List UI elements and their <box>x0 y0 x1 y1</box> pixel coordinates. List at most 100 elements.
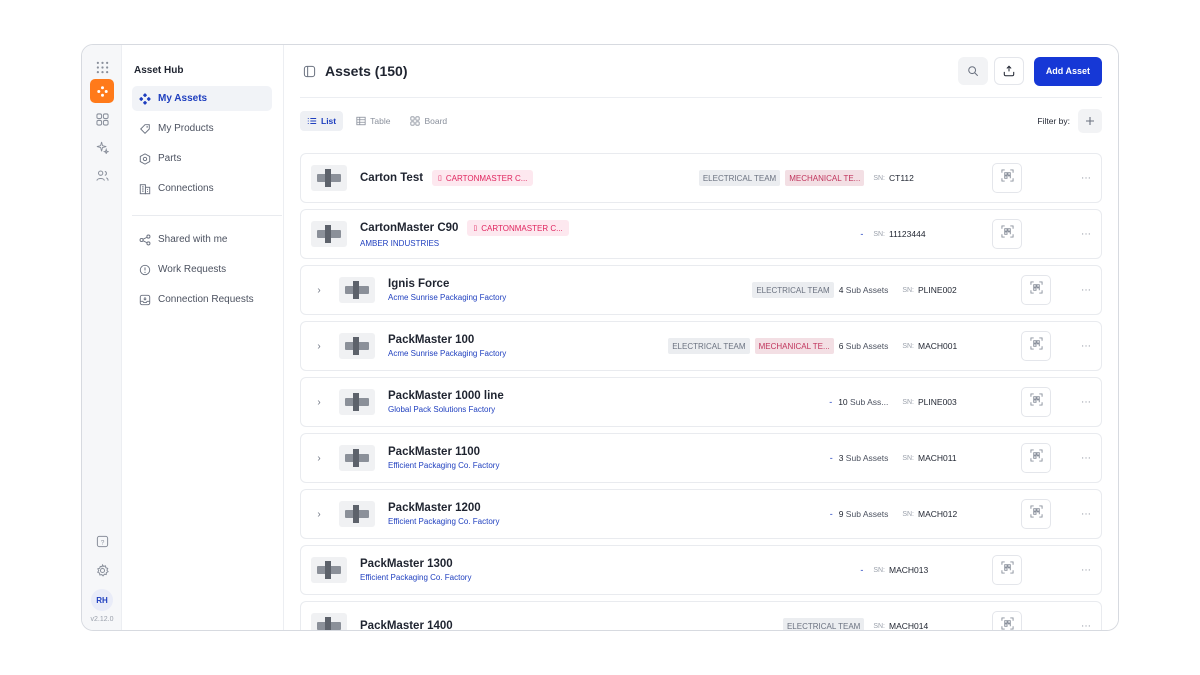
sidebar-item-connections[interactable]: Connections <box>132 176 272 201</box>
tab-label: Table <box>370 116 391 126</box>
sidebar: Asset Hub My Assets My Products Parts Co… <box>122 45 284 630</box>
search-button[interactable] <box>957 57 988 85</box>
serial-label: SN: <box>873 174 885 182</box>
qr-code-button[interactable] <box>1021 387 1051 417</box>
asset-row[interactable]: › PackMaster 100 Acme Sunrise Packaging Fa… <box>300 321 1102 371</box>
product-link-chip[interactable]: ▯ CARTONMASTER C... <box>432 170 534 186</box>
add-filter-button[interactable] <box>1078 109 1102 133</box>
asset-row[interactable]: PackMaster 1300 Efficient Packaging Co. F… <box>300 545 1102 595</box>
building-icon <box>139 183 151 194</box>
sparkle-icon[interactable] <box>90 135 114 159</box>
asset-meta: ELECTRICAL TEAM SN: MACH014 <box>782 602 1101 630</box>
qr-code-button[interactable] <box>992 611 1022 630</box>
asset-thumbnail <box>339 333 375 359</box>
chevron-right-icon[interactable]: › <box>309 341 329 352</box>
asset-info: CartonMaster C90 ▯ CARTONMASTER C... AMBER … <box>360 220 569 248</box>
asset-thumbnail <box>339 389 375 415</box>
asset-info: Carton Test ▯ CARTONMASTER C... <box>360 170 534 186</box>
asset-organization[interactable]: Efficient Packaging Co. Factory <box>388 517 499 526</box>
asset-organization[interactable]: Efficient Packaging Co. Factory <box>388 461 499 470</box>
asset-name[interactable]: PackMaster 1400 <box>360 620 453 630</box>
sidebar-item-my-assets[interactable]: My Assets <box>132 86 272 111</box>
user-avatar[interactable]: RH <box>91 589 113 611</box>
sidebar-item-shared-with-me[interactable]: Shared with me <box>132 227 272 252</box>
asset-organization[interactable]: Efficient Packaging Co. Factory <box>360 573 471 582</box>
serial-number: MACH012 <box>918 509 958 519</box>
import-button[interactable] <box>993 57 1024 85</box>
no-team-dash: - <box>860 229 864 239</box>
tab-board[interactable]: Board <box>403 111 454 131</box>
asset-name[interactable]: CartonMaster C90 <box>360 222 458 234</box>
asset-organization[interactable]: Acme Sunrise Packaging Factory <box>388 293 506 302</box>
asset-name[interactable]: PackMaster 1300 <box>360 558 453 570</box>
asset-row[interactable]: CartonMaster C90 ▯ CARTONMASTER C... AMBER … <box>300 209 1102 259</box>
add-asset-button[interactable]: Add Asset <box>1033 56 1102 86</box>
asset-name[interactable]: Carton Test <box>360 172 423 184</box>
asset-organization[interactable]: AMBER INDUSTRIES <box>360 239 569 248</box>
asset-name[interactable]: PackMaster 1100 <box>388 446 480 458</box>
sidebar-toggle-icon[interactable] <box>303 65 316 78</box>
qr-code-icon <box>1029 337 1043 355</box>
qr-code-button[interactable] <box>992 555 1022 585</box>
main-content: Assets (150) Add Asset List Table Board … <box>284 45 1118 630</box>
more-options-icon[interactable]: ··· <box>1081 341 1091 352</box>
help-icon[interactable]: ? <box>90 529 114 553</box>
chevron-right-icon[interactable]: › <box>309 397 329 408</box>
apps-grid-icon[interactable] <box>90 55 114 79</box>
sidebar-item-label: Work Requests <box>158 264 227 275</box>
asset-row[interactable]: › Ignis Force Acme Sunrise Packaging Facto… <box>300 265 1102 315</box>
asset-row[interactable]: PackMaster 1400 ELECTRICAL TEAM SN: MACH014… <box>300 601 1102 630</box>
qr-code-button[interactable] <box>1021 331 1051 361</box>
more-options-icon[interactable]: ··· <box>1081 397 1091 408</box>
more-options-icon[interactable]: ··· <box>1081 621 1091 631</box>
chevron-right-icon[interactable]: › <box>309 285 329 296</box>
chevron-right-icon[interactable]: › <box>309 509 329 520</box>
dashboard-icon[interactable] <box>90 107 114 131</box>
more-options-icon[interactable]: ··· <box>1081 229 1091 240</box>
more-options-icon[interactable]: ··· <box>1081 509 1091 520</box>
serial-label: SN: <box>902 286 914 294</box>
sidebar-item-parts[interactable]: Parts <box>132 146 272 171</box>
sidebar-item-connection-requests[interactable]: Connection Requests <box>132 287 272 312</box>
more-options-icon[interactable]: ··· <box>1081 173 1091 184</box>
qr-code-button[interactable] <box>1021 275 1051 305</box>
asset-name[interactable]: PackMaster 1200 <box>388 502 481 514</box>
qr-code-button[interactable] <box>992 219 1022 249</box>
asset-name[interactable]: PackMaster 100 <box>388 334 474 346</box>
chevron-right-icon[interactable]: › <box>309 453 329 464</box>
asset-organization[interactable]: Global Pack Solutions Factory <box>388 405 504 414</box>
asset-name[interactable]: Ignis Force <box>388 278 449 290</box>
asset-hub-icon[interactable] <box>90 79 114 103</box>
product-link-chip[interactable]: ▯ CARTONMASTER C... <box>467 220 569 236</box>
asset-row[interactable]: Carton Test ▯ CARTONMASTER C... ELECTRICAL … <box>300 153 1102 203</box>
asset-list: Carton Test ▯ CARTONMASTER C... ELECTRICAL … <box>300 153 1102 630</box>
asset-info: Ignis Force Acme Sunrise Packaging Factor… <box>388 278 506 302</box>
icon-rail: ? RH v2.12.0 <box>82 45 122 630</box>
sidebar-item-my-products[interactable]: My Products <box>132 116 272 141</box>
more-options-icon[interactable]: ··· <box>1081 285 1091 296</box>
asset-info: PackMaster 1000 line Global Pack Solution… <box>388 390 504 414</box>
serial-number: PLINE002 <box>918 285 957 295</box>
page-title: Assets (150) <box>325 63 408 79</box>
settings-icon[interactable] <box>90 558 114 582</box>
tab-table[interactable]: Table <box>349 111 397 131</box>
asset-organization[interactable]: Acme Sunrise Packaging Factory <box>388 349 506 358</box>
serial-label: SN: <box>873 230 885 238</box>
users-icon[interactable] <box>90 163 114 187</box>
qr-code-button[interactable] <box>992 163 1022 193</box>
asset-row[interactable]: › PackMaster 1100 Efficient Packaging Co. … <box>300 433 1102 483</box>
qr-code-button[interactable] <box>1021 443 1051 473</box>
asset-row[interactable]: › PackMaster 1200 Efficient Packaging Co. … <box>300 489 1102 539</box>
asset-name[interactable]: PackMaster 1000 line <box>388 390 504 402</box>
sidebar-item-work-requests[interactable]: Work Requests <box>132 257 272 282</box>
sidebar-item-label: My Assets <box>158 93 208 104</box>
qr-code-button[interactable] <box>1021 499 1051 529</box>
asset-row[interactable]: › PackMaster 1000 line Global Pack Solutio… <box>300 377 1102 427</box>
more-options-icon[interactable]: ··· <box>1081 565 1091 576</box>
page-header: Assets (150) Add Asset <box>300 45 1102 98</box>
asset-info: PackMaster 1100 Efficient Packaging Co. F… <box>388 446 499 470</box>
tab-list[interactable]: List <box>300 111 344 131</box>
serial-number: MACH001 <box>918 341 958 351</box>
more-options-icon[interactable]: ··· <box>1081 453 1091 464</box>
qr-code-icon <box>1000 561 1014 579</box>
